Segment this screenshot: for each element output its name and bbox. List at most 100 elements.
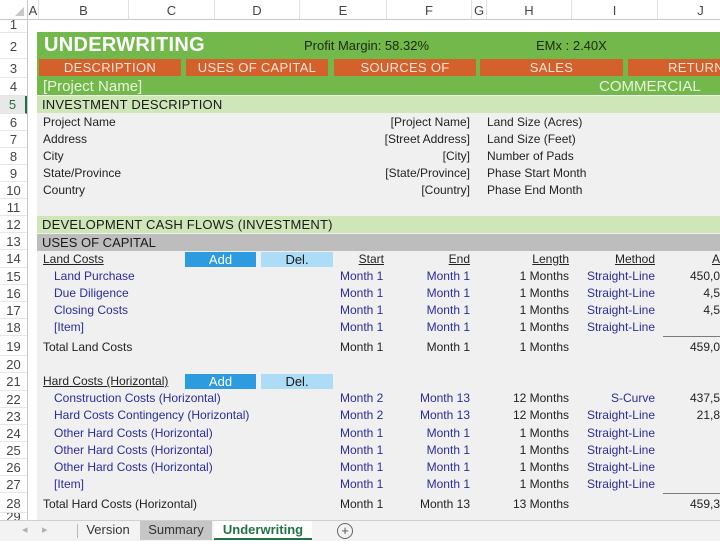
cost-item-start[interactable]: Month 1 (340, 426, 383, 440)
row-header[interactable]: 24 (0, 425, 27, 442)
cost-item-method[interactable]: Straight-Line (560, 286, 655, 300)
cost-item-end[interactable]: Month 1 (400, 269, 470, 283)
cost-item-end[interactable]: Month 13 (400, 391, 470, 405)
row-header[interactable]: 28 (0, 493, 27, 513)
cost-item-name[interactable]: Other Hard Costs (Horizontal) (54, 443, 213, 457)
cost-item-name[interactable]: [Item] (54, 320, 84, 334)
cost-item-name[interactable]: Construction Costs (Horizontal) (54, 391, 221, 405)
nav-tab-sources-of[interactable]: SOURCES OF (334, 59, 476, 76)
nav-tab-sales[interactable]: SALES (480, 59, 623, 76)
cost-item-start[interactable]: Month 2 (340, 391, 383, 405)
column-header-h[interactable]: H (487, 0, 572, 19)
sheet-tab-summary[interactable]: Summary (140, 521, 212, 540)
cost-item-method[interactable]: Straight-Line (560, 408, 655, 422)
row-header[interactable]: 25 (0, 442, 27, 459)
column-header-g[interactable]: G (472, 0, 487, 19)
cost-item-amount[interactable]: 4,5 (650, 286, 720, 300)
field-value-city[interactable]: [City] (340, 149, 470, 163)
row-header[interactable]: 9 (0, 165, 27, 182)
row-header[interactable]: 26 (0, 459, 27, 476)
cost-item-end[interactable]: Month 1 (400, 443, 470, 457)
cost-item-end[interactable]: Month 1 (400, 477, 470, 491)
row-header[interactable]: 4 (0, 78, 27, 96)
row-header[interactable]: 22 (0, 391, 27, 408)
cost-item-start[interactable]: Month 1 (340, 269, 383, 283)
row-header[interactable]: 23 (0, 408, 27, 425)
sheet-tab-underwriting[interactable]: Underwriting (214, 521, 312, 540)
column-header-e[interactable]: E (300, 0, 387, 19)
cost-item-name[interactable]: Other Hard Costs (Horizontal) (54, 460, 213, 474)
column-header-f[interactable]: F (387, 0, 472, 19)
cost-item-method[interactable]: Straight-Line (560, 460, 655, 474)
row-header[interactable]: 7 (0, 131, 27, 148)
cost-item-start[interactable]: Month 2 (340, 408, 383, 422)
column-header-j[interactable]: J (658, 0, 720, 19)
row-header[interactable]: 8 (0, 148, 27, 165)
add-hard-cost-button[interactable]: Add (185, 374, 256, 389)
field-value-country[interactable]: [Country] (340, 183, 470, 197)
nav-tab-uses-of-capital[interactable]: USES OF CAPITAL (186, 59, 328, 76)
row-header[interactable]: 27 (0, 476, 27, 493)
cost-item-amount[interactable]: 21,8 (650, 408, 720, 422)
nav-tab-description[interactable]: DESCRIPTION (39, 59, 181, 76)
row-header[interactable]: 10 (0, 182, 27, 199)
cost-item-name[interactable]: Other Hard Costs (Horizontal) (54, 426, 213, 440)
add-land-cost-button[interactable]: Add (185, 252, 256, 267)
add-sheet-icon[interactable]: + (337, 523, 353, 539)
delete-hard-cost-button[interactable]: Del. (261, 374, 333, 389)
sheet-tab-version[interactable]: Version (78, 521, 138, 540)
row-header[interactable]: 12 (0, 216, 27, 233)
row-header[interactable]: 17 (0, 302, 27, 319)
cost-item-method[interactable]: Straight-Line (560, 426, 655, 440)
cost-item-end[interactable]: Month 1 (400, 286, 470, 300)
row-header[interactable]: 14 (0, 250, 27, 268)
cost-item-end[interactable]: Month 1 (400, 320, 470, 334)
column-header-a[interactable]: A (28, 0, 39, 19)
row-header[interactable]: 20 (0, 356, 27, 373)
cost-item-method[interactable]: Straight-Line (560, 443, 655, 457)
row-header[interactable]: 6 (0, 114, 27, 131)
field-value-address[interactable]: [Street Address] (340, 132, 470, 146)
cost-item-name[interactable]: Hard Costs Contingency (Horizontal) (54, 408, 249, 422)
column-header-d[interactable]: D (215, 0, 300, 19)
row-header[interactable]: 19 (0, 336, 27, 356)
cost-item-method[interactable]: S-Curve (560, 391, 655, 405)
delete-land-cost-button[interactable]: Del. (261, 252, 333, 267)
cost-item-amount[interactable]: 4,5 (650, 303, 720, 317)
cost-item-end[interactable]: Month 1 (400, 303, 470, 317)
column-header-i[interactable]: I (572, 0, 658, 19)
cost-item-name[interactable]: Land Purchase (54, 269, 135, 283)
cost-item-name[interactable]: [Item] (54, 477, 84, 491)
column-header-c[interactable]: C (129, 0, 215, 19)
row-header[interactable]: 16 (0, 285, 27, 302)
cost-item-name[interactable]: Due Diligence (54, 286, 129, 300)
cost-item-end[interactable]: Month 13 (400, 408, 470, 422)
row-header[interactable]: 1 (0, 18, 27, 33)
row-header[interactable]: 18 (0, 319, 27, 336)
cost-item-start[interactable]: Month 1 (340, 303, 383, 317)
row-header[interactable]: 15 (0, 268, 27, 285)
cost-item-amount[interactable]: 437,5 (650, 391, 720, 405)
row-header[interactable]: 21 (0, 373, 27, 391)
nav-tab-return[interactable]: RETURN (628, 59, 720, 76)
cost-item-end[interactable]: Month 1 (400, 460, 470, 474)
row-header[interactable]: 13 (0, 233, 27, 250)
cost-item-end[interactable]: Month 1 (400, 426, 470, 440)
field-value-project-name[interactable]: [Project Name] (340, 115, 470, 129)
cost-item-start[interactable]: Month 1 (340, 460, 383, 474)
row-header[interactable]: 11 (0, 199, 27, 216)
prev-sheet-icon[interactable]: ◂ (22, 523, 28, 536)
cost-item-start[interactable]: Month 1 (340, 477, 383, 491)
column-header-b[interactable]: B (39, 0, 129, 19)
cost-item-start[interactable]: Month 1 (340, 320, 383, 334)
next-sheet-icon[interactable]: ▸ (42, 523, 48, 536)
cost-item-name[interactable]: Closing Costs (54, 303, 128, 317)
row-header[interactable]: 3 (0, 59, 27, 78)
cost-item-method[interactable]: Straight-Line (560, 269, 655, 283)
cost-item-start[interactable]: Month 1 (340, 443, 383, 457)
cost-item-method[interactable]: Straight-Line (560, 477, 655, 491)
row-header-active[interactable]: 5 (0, 96, 27, 114)
cost-item-start[interactable]: Month 1 (340, 286, 383, 300)
cost-item-method[interactable]: Straight-Line (560, 320, 655, 334)
field-value-state[interactable]: [State/Province] (340, 166, 470, 180)
